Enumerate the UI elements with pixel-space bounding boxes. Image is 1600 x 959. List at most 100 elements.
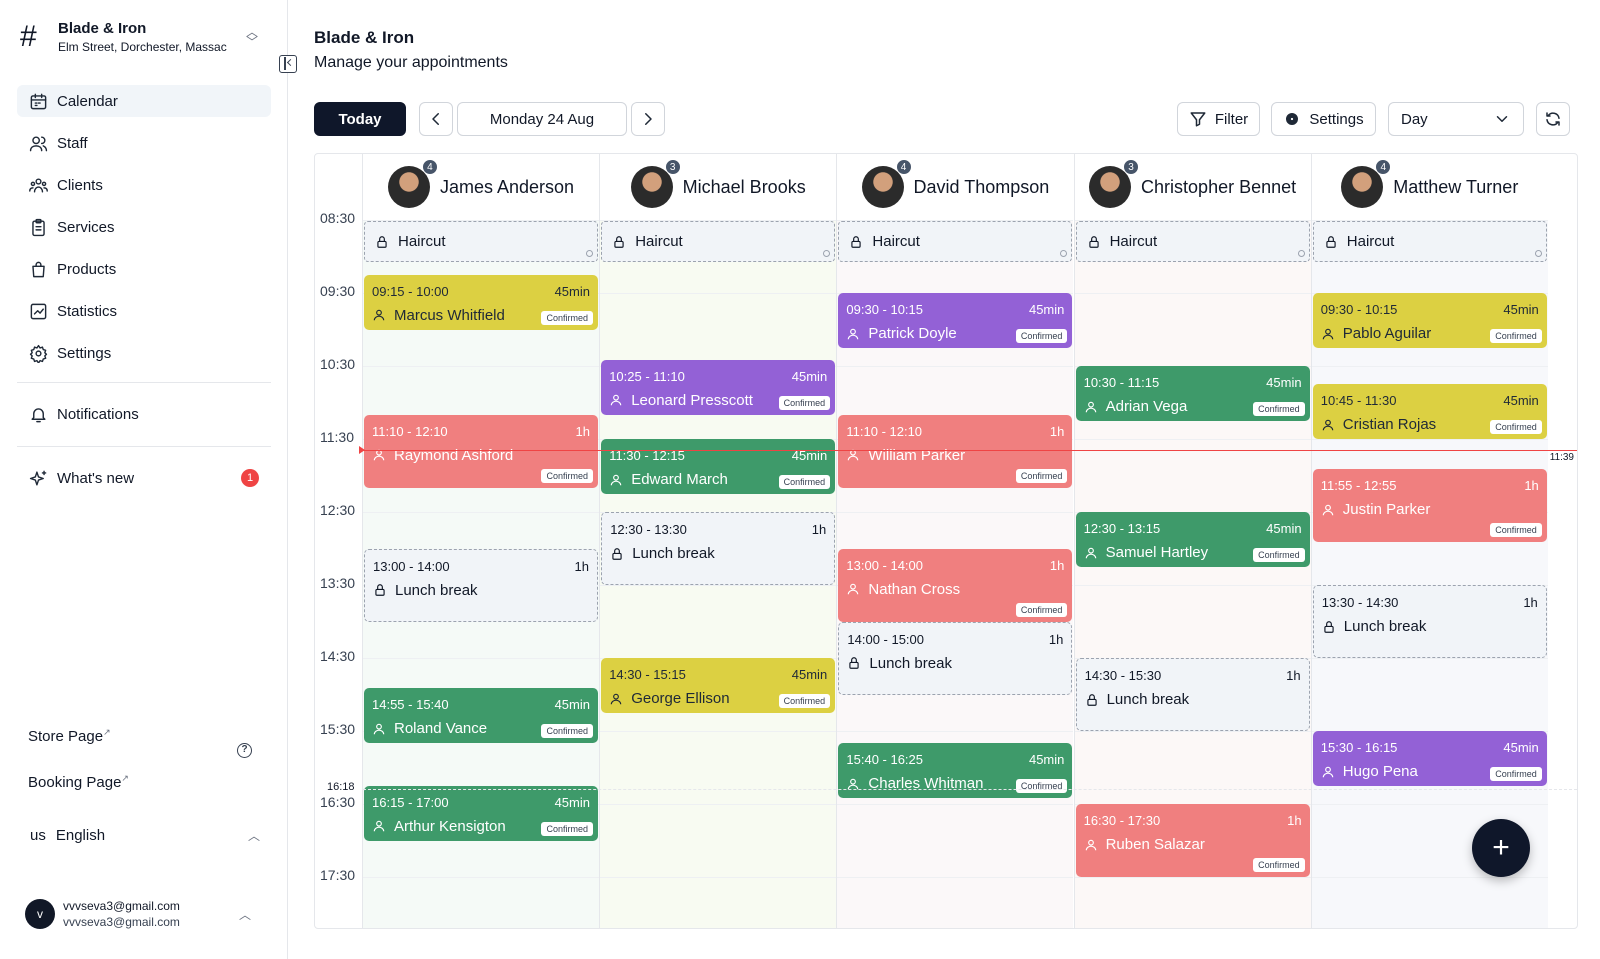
appointment-card[interactable]: 11:30 - 12:15 45min Edward March Confirmed (601, 439, 836, 494)
lunch-break-block[interactable]: 12:30 - 13:30 1h Lunch break (601, 512, 836, 585)
appointment-card[interactable]: 09:15 - 10:00 45min Marcus Whitfield Confir… (364, 274, 598, 330)
person-icon (609, 393, 623, 407)
today-button[interactable]: Today (314, 102, 406, 136)
time-label: 13:30 (320, 575, 356, 591)
appointment-card[interactable]: 15:30 - 16:15 45min Hugo Pena Confirmed (1312, 731, 1547, 786)
settings-button[interactable]: Settings (1271, 102, 1376, 136)
appointment-card[interactable]: 11:10 - 12:10 1h William Parker Confirmed (838, 414, 1073, 488)
appointment-card[interactable]: 10:25 - 11:10 45min Leonard Presscott Confi… (601, 359, 836, 415)
status-badge: Confirmed (1015, 778, 1068, 793)
staff-header[interactable]: 4 David Thompson (837, 154, 1074, 220)
staff-header[interactable]: 3 Christopher Bennet (1074, 154, 1311, 220)
appointment-card[interactable]: 13:00 - 14:00 1h Nathan Cross Confirmed (838, 548, 1073, 622)
sidebar-item-products[interactable]: Products (17, 253, 271, 285)
slot-label: Haircut (1346, 233, 1395, 250)
lock-icon (375, 235, 389, 249)
staff-header[interactable]: 3 Michael Brooks (600, 154, 837, 220)
appointment-duration: 45min (1266, 521, 1302, 536)
sidebar-item-settings[interactable]: Settings (17, 337, 271, 369)
date-picker[interactable]: Monday 24 Aug (457, 102, 627, 136)
calendar-grid: 08:30 09:30 10:30 11:30 12:30 13:30 14:30 15:30… (314, 153, 1578, 929)
staff-header[interactable]: 4 James Anderson (363, 154, 599, 220)
status-badge: Confirmed (541, 821, 593, 836)
appointment-card[interactable]: 11:10 - 12:10 1h Raymond Ashford Confirmed (364, 414, 598, 488)
appointment-card[interactable]: 16:15 - 17:00 45min Arthur Kensigton Confir… (364, 785, 598, 841)
gear-icon (1286, 113, 1299, 125)
appointment-card[interactable]: 12:30 - 13:15 45min Samuel Hartley Confirme… (1075, 512, 1310, 567)
person-icon (372, 722, 386, 736)
service-slot[interactable]: Haircut (601, 221, 836, 262)
appointment-card[interactable]: 14:55 - 15:40 45min Roland Vance Confirmed (364, 688, 598, 744)
appointment-card[interactable]: 14:30 - 15:15 45min George Ellison Confirme… (601, 658, 836, 713)
grid-line (363, 512, 599, 513)
sidebar-item-calendar[interactable]: Calendar (17, 85, 271, 117)
time-label: 08:30 (320, 210, 356, 226)
appointment-card[interactable]: 10:45 - 11:30 45min Cristian Rojas Confirme… (1312, 384, 1547, 439)
sidebar-item-whats-new[interactable]: What's new 1 (17, 462, 271, 494)
sidebar-divider (17, 446, 271, 447)
lock-icon (373, 583, 387, 597)
lunch-break-block[interactable]: 14:30 - 15:30 1h Lunch break (1075, 658, 1310, 731)
refresh-button[interactable] (1536, 102, 1570, 136)
appointment-card[interactable]: 10:30 - 11:15 45min Adrian Vega Confirmed (1075, 366, 1310, 421)
appointment-time: 09:30 - 10:15 (846, 302, 924, 317)
appointment-duration: 1h (1048, 631, 1064, 647)
avatar: v (25, 899, 55, 929)
service-slot[interactable]: Haircut (838, 221, 1073, 262)
lunch-break-block[interactable]: 13:00 - 14:00 1h Lunch break (364, 548, 598, 622)
prev-day-button[interactable] (419, 102, 453, 136)
person-icon (609, 473, 623, 487)
appointment-time: 10:25 - 11:10 (609, 368, 685, 384)
view-select[interactable]: Day (1388, 102, 1524, 136)
sidebar-item-statistics[interactable]: Statistics (17, 295, 271, 327)
appointment-count-badge: 4 (1375, 159, 1392, 175)
language-selector[interactable]: us English ︿ (30, 827, 260, 844)
lunch-break-block[interactable]: 14:00 - 15:00 1h Lunch break (838, 621, 1073, 695)
store-switcher[interactable]: # Blade & Iron Elm Street, Dorchester, M… (20, 14, 260, 60)
avatar: 4 (1341, 159, 1392, 208)
grid-line (363, 658, 599, 659)
appointment-card[interactable]: 09:30 - 10:15 45min Patrick Doyle Confirmed (838, 293, 1073, 348)
status-badge: Confirmed (778, 693, 831, 708)
appointment-card[interactable]: 09:30 - 10:15 45min Pablo Aguilar Confirmed (1312, 293, 1547, 348)
user-menu[interactable]: v vvvseva3@gmail.com vvvseva3@gmail.com … (25, 898, 261, 930)
sidebar-item-label: Staff (57, 134, 88, 152)
slot-label: Haircut (398, 233, 446, 250)
avatar: 4 (387, 159, 438, 208)
help-icon[interactable]: ? (237, 743, 252, 758)
sidebar-item-staff[interactable]: Staff (17, 127, 271, 159)
staff-header[interactable]: 4 Matthew Turner (1311, 154, 1548, 220)
appointment-card[interactable]: 11:55 - 12:55 1h Justin Parker Confirmed (1312, 469, 1547, 543)
service-slot[interactable]: Haircut (1075, 221, 1310, 262)
client-name: George Ellison (631, 690, 730, 707)
sidebar-item-clients[interactable]: Clients (17, 169, 271, 201)
staff-name: David Thompson (913, 176, 1050, 197)
service-slot[interactable]: Haircut (1312, 221, 1547, 262)
appointment-time: 16:15 - 17:00 (372, 794, 449, 810)
sidebar-item-services[interactable]: Services (17, 211, 271, 243)
page-title: Blade & Iron (314, 28, 415, 47)
lock-icon (1085, 693, 1099, 707)
appointment-time: 12:30 - 13:30 (610, 522, 687, 537)
lunch-break-block[interactable]: 13:30 - 14:30 1h Lunch break (1312, 585, 1547, 658)
sidebar-toggle-icon[interactable] (279, 55, 297, 73)
client-name: Cristian Rojas (1342, 416, 1437, 434)
client-name: Justin Parker (1342, 501, 1431, 519)
next-day-button[interactable] (631, 102, 665, 136)
hash-icon: # (20, 20, 37, 53)
filter-button[interactable]: Filter (1177, 102, 1260, 136)
appointment-card[interactable]: 16:30 - 17:30 1h Ruben Salazar Confirmed (1075, 804, 1310, 877)
users-icon (28, 133, 48, 153)
store-page-link[interactable]: Store Page↗ (28, 727, 111, 745)
grid-line (1311, 804, 1548, 805)
sidebar-item-label: What's new (57, 469, 135, 487)
circle-icon (823, 250, 831, 257)
client-name: Roland Vance (394, 720, 488, 738)
staff-column: 3 Christopher Bennet Haircut 10:30 - 11:15 4… (1073, 154, 1311, 928)
service-slot[interactable]: Haircut (364, 221, 598, 262)
app-root: # Blade & Iron Elm Street, Dorchester, M… (0, 0, 1600, 959)
language-label: English (55, 827, 106, 844)
add-appointment-button[interactable]: + (1472, 819, 1530, 877)
booking-page-link[interactable]: Booking Page↗ (28, 773, 129, 791)
sidebar-item-notifications[interactable]: Notifications (17, 398, 271, 430)
